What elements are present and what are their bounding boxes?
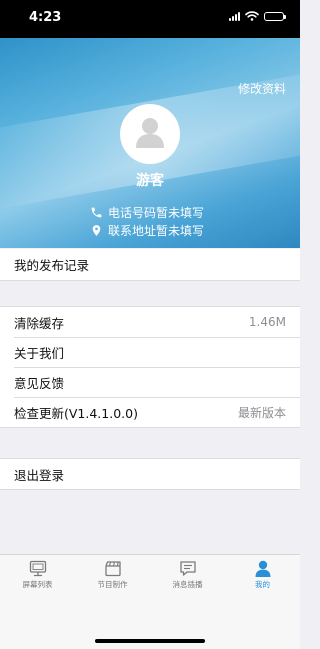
cellular-signal-icon [229, 11, 240, 21]
tab-message-insert[interactable]: 消息插播 [150, 555, 225, 595]
tab-screen-list-label: 屏幕列表 [22, 580, 53, 589]
logout-item[interactable]: 退出登录 [0, 459, 300, 489]
status-time: 4:23 [29, 10, 62, 25]
person-icon [255, 560, 270, 577]
update-status-value: 最新版本 [237, 405, 286, 420]
check-update-label: 检查更新(V1.4.1.0.0) [14, 405, 138, 421]
cache-size-value: 1.46M [248, 315, 286, 329]
logout-label: 退出登录 [14, 467, 65, 483]
avatar[interactable] [120, 104, 180, 164]
tab-bar: 屏幕列表 节目制作 消息插播 我的 [0, 554, 300, 649]
default-avatar-icon [136, 118, 164, 148]
phone-info: 电话号码暂未填写 [90, 204, 204, 221]
monitor-icon [29, 560, 46, 577]
feedback-label: 意见反馈 [14, 375, 65, 391]
tab-mine[interactable]: 我的 [225, 555, 300, 595]
wifi-icon [245, 11, 259, 21]
tab-screen-list[interactable]: 屏幕列表 [0, 555, 75, 595]
profile-header: 修改资料 游客 电话号码暂未填写 联系地址暂未填写 [0, 38, 300, 248]
location-pin-icon [92, 225, 101, 236]
tab-message-insert-label: 消息插播 [172, 580, 203, 589]
logout-group: 退出登录 [0, 458, 300, 490]
check-update-item[interactable]: 检查更新(V1.4.1.0.0) 最新版本 [0, 397, 300, 427]
username: 游客 [136, 173, 164, 189]
tab-program-production-label: 节目制作 [97, 580, 128, 589]
address-info: 联系地址暂未填写 [90, 222, 204, 239]
tab-mine-label: 我的 [255, 580, 270, 589]
phone-text: 电话号码暂未填写 [108, 206, 205, 220]
about-label: 关于我们 [14, 345, 65, 361]
clapperboard-icon [104, 561, 121, 577]
home-indicator[interactable] [95, 639, 205, 643]
publish-records-item[interactable]: 我的发布记录 [0, 249, 300, 280]
address-text: 联系地址暂未填写 [108, 224, 205, 238]
phone-icon [91, 207, 102, 218]
edit-profile-button[interactable]: 修改资料 [238, 80, 286, 97]
about-item[interactable]: 关于我们 [0, 337, 300, 367]
status-bar: 4:23 [0, 0, 300, 38]
clear-cache-label: 清除缓存 [14, 315, 65, 331]
message-icon [179, 561, 196, 576]
battery-icon [264, 11, 286, 21]
clear-cache-item[interactable]: 清除缓存 1.46M [0, 307, 300, 337]
publish-records-label: 我的发布记录 [14, 258, 90, 273]
publish-group: 我的发布记录 [0, 249, 300, 281]
settings-group: 清除缓存 1.46M 关于我们 意见反馈 检查更新(V1.4.1.0.0) 最新… [0, 306, 300, 428]
tab-program-production[interactable]: 节目制作 [75, 555, 150, 595]
status-icons [229, 11, 286, 21]
feedback-item[interactable]: 意见反馈 [0, 367, 300, 397]
